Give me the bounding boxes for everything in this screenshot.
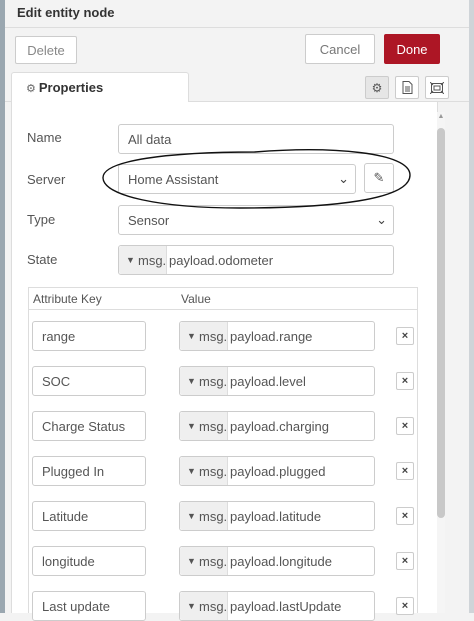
caret-down-icon: ▼: [126, 255, 135, 265]
scroll-up-arrow-icon[interactable]: ▲: [436, 113, 446, 123]
caret-down-icon: ▼: [187, 376, 196, 386]
attribute-type-selector[interactable]: ▼ msg.: [180, 457, 228, 485]
attribute-type-selector[interactable]: ▼ msg.: [180, 592, 228, 620]
name-input[interactable]: All data: [118, 124, 394, 154]
done-button[interactable]: Done: [384, 34, 440, 64]
attribute-value-input[interactable]: ▼ msg. payload.longitude: [179, 546, 375, 576]
remove-attribute-button[interactable]: ×: [396, 372, 414, 390]
attribute-key-input[interactable]: SOC: [32, 366, 146, 396]
attribute-key-input[interactable]: Last update: [32, 591, 146, 621]
attribute-type-selector[interactable]: ▼ msg.: [180, 322, 228, 350]
remove-attribute-button[interactable]: ×: [396, 552, 414, 570]
caret-down-icon: ▼: [187, 601, 196, 611]
caret-down-icon: ▼: [187, 421, 196, 431]
name-value: All data: [128, 132, 172, 147]
type-value: Sensor: [128, 213, 170, 228]
attribute-value-input[interactable]: ▼ msg. payload.lastUpdate: [179, 591, 375, 621]
value-header: Value: [181, 292, 211, 306]
caret-down-icon: ▼: [187, 556, 196, 566]
attribute-type-selector[interactable]: ▼ msg.: [180, 412, 228, 440]
name-label: Name: [27, 130, 62, 145]
attribute-value-input[interactable]: ▼ msg. payload.charging: [179, 411, 375, 441]
chevron-down-icon: ⌄: [376, 212, 387, 227]
caret-down-icon: ▼: [187, 511, 196, 521]
description-icon[interactable]: [395, 76, 419, 99]
type-select[interactable]: Sensor ⌄: [118, 205, 394, 235]
type-label: Type: [27, 212, 56, 227]
title-bar: Edit entity node: [5, 0, 469, 28]
remove-attribute-button[interactable]: ×: [396, 507, 414, 525]
pencil-icon: ✎: [373, 170, 385, 185]
attribute-value-input[interactable]: ▼ msg. payload.plugged: [179, 456, 375, 486]
attribute-type-selector[interactable]: ▼ msg.: [180, 547, 228, 575]
remove-attribute-button[interactable]: ×: [396, 597, 414, 615]
attribute-key-input[interactable]: range: [32, 321, 146, 351]
server-select[interactable]: Home Assistant ⌄: [118, 164, 356, 194]
attribute-key-input[interactable]: Charge Status: [32, 411, 146, 441]
caret-down-icon: ▼: [187, 331, 196, 341]
cancel-button[interactable]: Cancel: [305, 34, 375, 64]
remove-attribute-button[interactable]: ×: [396, 462, 414, 480]
chevron-down-icon: ⌄: [338, 171, 349, 186]
attribute-value-input[interactable]: ▼ msg. payload.range: [179, 321, 375, 351]
attribute-value-input[interactable]: ▼ msg. payload.latitude: [179, 501, 375, 531]
appearance-icon[interactable]: [425, 76, 449, 99]
attribute-type-selector[interactable]: ▼ msg.: [180, 502, 228, 530]
attribute-key-header: Attribute Key: [33, 292, 102, 306]
attribute-key-input[interactable]: Plugged In: [32, 456, 146, 486]
attributes-header: Attribute Key Value: [29, 288, 417, 310]
state-typed-input[interactable]: ▼ msg. payload.odometer: [118, 245, 394, 275]
attribute-type-selector[interactable]: ▼ msg.: [180, 367, 228, 395]
gear-icon[interactable]: ⚙: [365, 76, 389, 99]
state-label: State: [27, 252, 58, 267]
attribute-key-input[interactable]: longitude: [32, 546, 146, 576]
gear-icon: ⚙: [26, 83, 36, 95]
tab-properties[interactable]: ⚙ Properties: [11, 72, 189, 103]
remove-attribute-button[interactable]: ×: [396, 327, 414, 345]
tab-properties-label: Properties: [38, 80, 104, 95]
attribute-key-input[interactable]: Latitude: [32, 501, 146, 531]
attribute-value-input[interactable]: ▼ msg. payload.level: [179, 366, 375, 396]
server-value: Home Assistant: [128, 172, 219, 187]
server-label: Server: [27, 172, 66, 187]
dialog-title: Edit entity node: [17, 5, 115, 20]
state-type-selector[interactable]: ▼ msg.: [119, 246, 167, 274]
state-value: payload.odometer: [169, 253, 274, 268]
edit-server-button[interactable]: ✎: [364, 163, 394, 193]
right-window-edge: [469, 0, 474, 613]
delete-button[interactable]: Delete: [15, 36, 77, 64]
caret-down-icon: ▼: [187, 466, 196, 476]
remove-attribute-button[interactable]: ×: [396, 417, 414, 435]
scrollbar-thumb[interactable]: [437, 128, 445, 518]
